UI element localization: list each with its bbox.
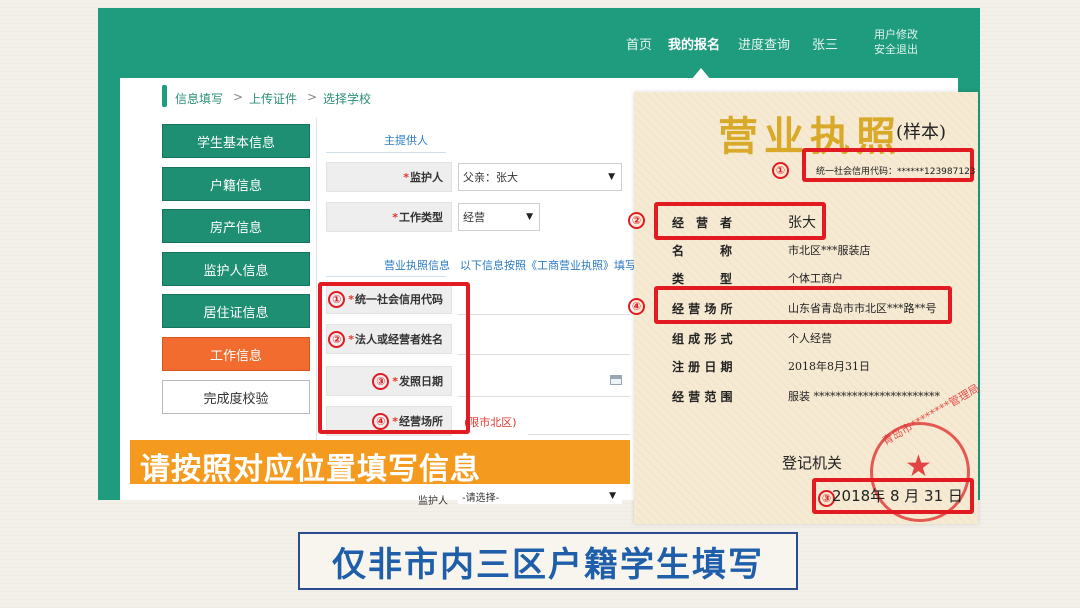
partial-guardian-label: 监护人 [418, 496, 448, 507]
license-row-label: 组 成 形 式 [672, 332, 733, 346]
license-row-value: 服装 *********************** [788, 390, 940, 403]
sidebar-item-guardian[interactable]: 监护人信息 [162, 252, 310, 286]
work-type-label: * 工作类型 [326, 202, 452, 232]
section-underline [326, 276, 446, 277]
guardian-select[interactable]: 父亲：张大 ▼ [458, 163, 622, 191]
nav-user-edit[interactable]: 用户修改 [874, 26, 918, 42]
nav-logout[interactable]: 安全退出 [874, 41, 918, 57]
instruction-banner: 请按照对应位置填写信息 [130, 440, 630, 487]
license-row-label: 类 型 [672, 272, 733, 286]
calendar-icon[interactable] [610, 375, 622, 385]
sidebar-item-completion-check[interactable]: 完成度校验 [162, 380, 310, 414]
work-type-select[interactable]: 经营 ▼ [458, 203, 540, 231]
license-row-label: 注 册 日 期 [672, 360, 733, 374]
breadcrumb-marker [162, 85, 167, 107]
license-row-value: 个人经营 [788, 332, 832, 345]
sidebar-divider [316, 118, 317, 458]
credit-code-input[interactable] [458, 314, 630, 315]
nav-my-registration[interactable]: 我的报名 [668, 34, 720, 53]
nav-progress-query[interactable]: 进度查询 [738, 34, 790, 53]
sidebar-item-household[interactable]: 户籍信息 [162, 167, 310, 201]
sidebar-item-student-info[interactable]: 学生基本信息 [162, 124, 310, 158]
nav-username[interactable]: 张三 [812, 34, 838, 53]
license-credit-code: 统一社会信用代码：******123987123 [816, 167, 976, 177]
license-row-label: 经 营 者 [672, 216, 733, 230]
annotation-number: ② [628, 212, 645, 229]
breadcrumb-step-upload[interactable]: 上传证件 [249, 90, 297, 107]
license-row-label: 名 称 [672, 244, 733, 258]
sidebar-item-residence-permit[interactable]: 居住证信息 [162, 294, 310, 328]
license-sample-tag: (样本) [896, 122, 947, 143]
license-authority: 登记机关 [782, 454, 843, 472]
partial-guardian-select[interactable]: -请选择- ▼ [458, 488, 622, 504]
business-license-sample: 营业执照 (样本) ① 统一社会信用代码：******123987123 ② 经… [628, 92, 982, 524]
chevron-down-icon: ▼ [609, 491, 616, 501]
legal-person-input[interactable] [458, 354, 630, 355]
license-row-value: 山东省青岛市市北区***路**号 [788, 302, 937, 315]
license-issue-date: 2018年 8 月 31 日 [832, 487, 963, 505]
license-fill-hint: 以下信息按照《工商营业执照》填写 [460, 259, 636, 272]
annotation-number: ① [772, 162, 789, 179]
breadcrumb-separator: > [233, 90, 244, 104]
license-row-label: 经 营 范 围 [672, 390, 733, 404]
fields-highlight-box [318, 282, 470, 434]
license-row-value: 个体工商户 [788, 272, 843, 285]
main-provider-heading: 主提供人 [384, 134, 428, 147]
business-place-input[interactable] [528, 434, 630, 435]
chevron-down-icon: ▼ [526, 212, 533, 222]
bottom-caption: 仅非市内三区户籍学生填写 [298, 532, 798, 590]
sidebar-item-work-info[interactable]: 工作信息 [162, 337, 310, 371]
breadcrumb-separator: > [307, 90, 318, 104]
license-row-value: 张大 [788, 215, 816, 231]
business-place-hint: (限市北区) [464, 416, 517, 429]
breadcrumb-step-school[interactable]: 选择学校 [323, 90, 371, 107]
guardian-label: * 监护人 [326, 162, 452, 192]
issue-date-input[interactable] [458, 396, 630, 397]
annotation-number: ④ [628, 298, 645, 315]
breadcrumb-step-fill[interactable]: 信息填写 [175, 90, 223, 107]
top-navbar: 首页 我的报名 进度查询 张三 用户修改 安全退出 [98, 8, 980, 80]
license-row-value: 市北区***服装店 [788, 244, 871, 257]
section-underline [326, 152, 446, 153]
chevron-down-icon: ▼ [608, 172, 615, 182]
sidebar-item-property[interactable]: 房产信息 [162, 209, 310, 243]
license-info-heading: 营业执照信息 [384, 259, 450, 272]
license-row-value: 2018年8月31日 [788, 360, 870, 373]
nav-home[interactable]: 首页 [626, 34, 652, 53]
license-row-label: 经 营 场 所 [672, 302, 733, 316]
